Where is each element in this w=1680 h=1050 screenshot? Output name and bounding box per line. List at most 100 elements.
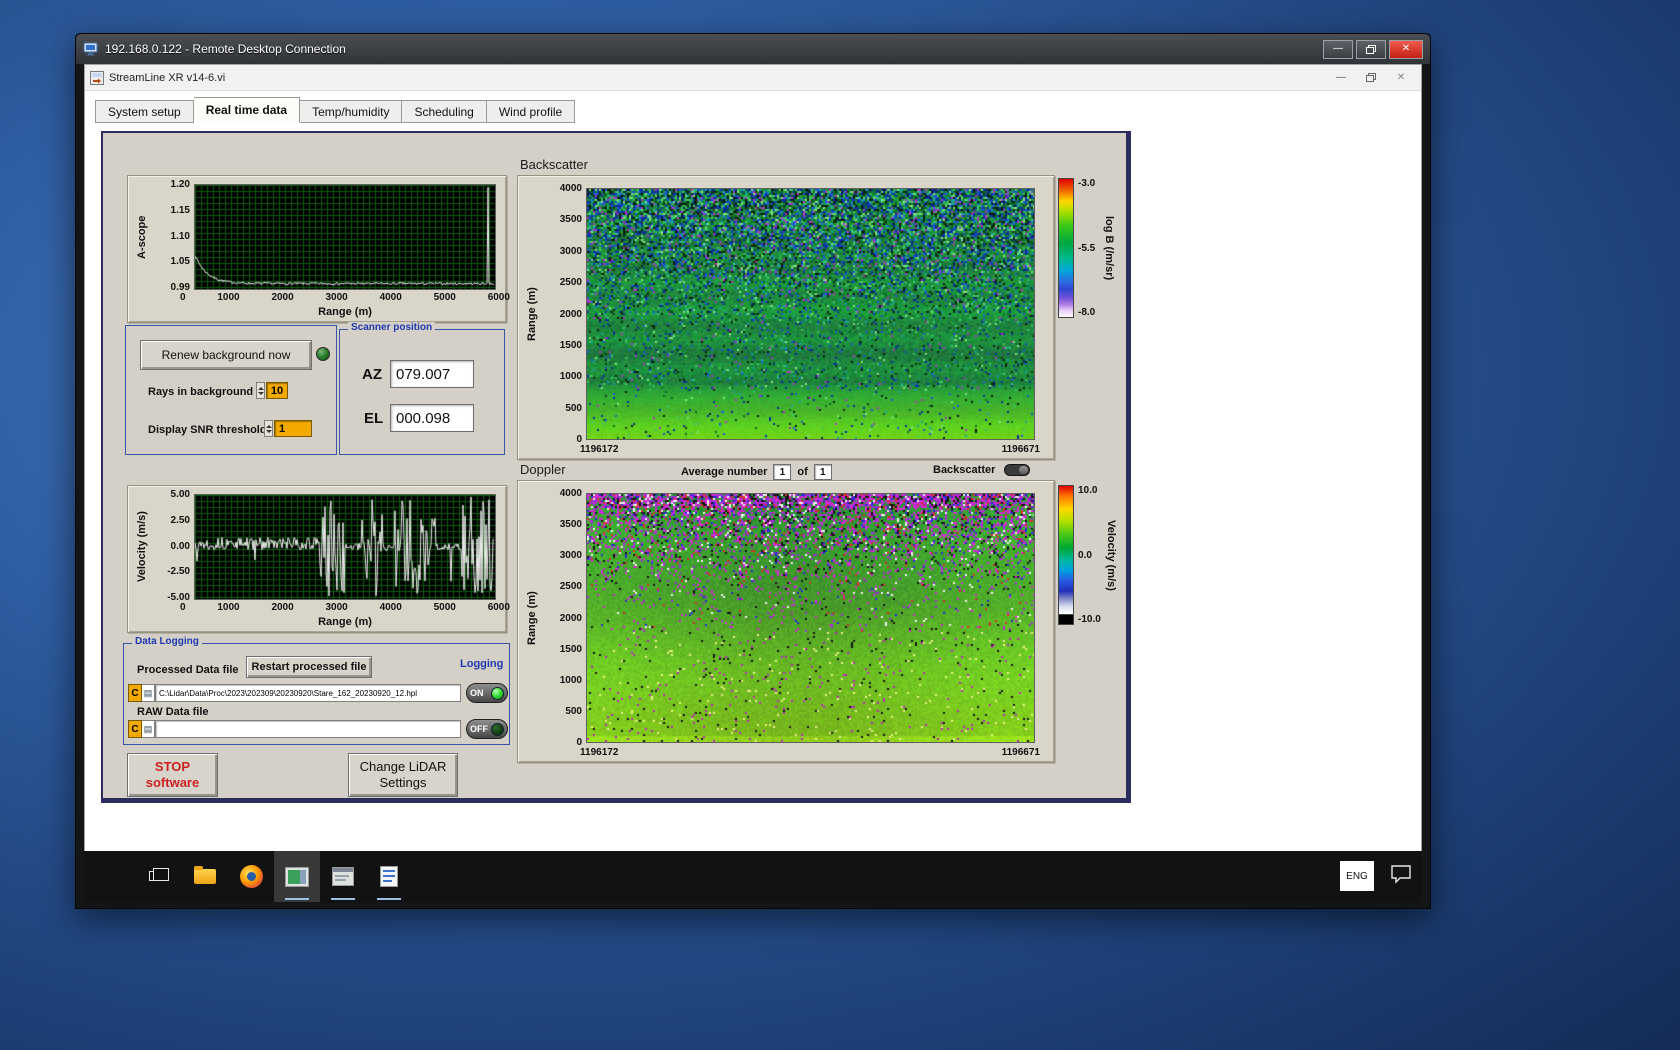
raw-toggle-led [491,722,504,736]
folder-icon [194,866,216,884]
app-close-button[interactable]: ✕ [1386,68,1416,88]
doppler-colorbar-underflow [1058,615,1074,625]
tab-wind-profile[interactable]: Wind profile [486,100,576,123]
backscatter-colorbar: -3.0 -5.5 -8.0 [1058,178,1095,318]
remote-desktop-icon [83,42,98,56]
backscatter-colorbar-gradient [1058,178,1074,318]
raw-drive-selector[interactable]: C [128,720,142,738]
el-value-field[interactable]: 000.098 [390,404,474,432]
rays-in-background-field[interactable]: 10 [266,382,288,399]
scanner-position-group: Scanner position AZ 079.007 EL 000.098 [339,322,505,455]
restart-processed-file-button[interactable]: Restart processed file [246,656,372,678]
average-number-field[interactable]: 1 [773,464,792,480]
raw-data-file-label: RAW Data file [137,706,209,718]
rdp-restore-button[interactable] [1356,39,1386,59]
browse-file-icon[interactable]: ▤ [142,720,155,738]
stop-line1: STOP [154,758,191,774]
backscatter-toggle-label: Backscatter [933,464,996,476]
backscatter-colorbar-ticks: -3.0 -5.5 -8.0 [1078,178,1096,318]
stop-software-button[interactable]: STOP software [127,753,218,797]
rays-in-background-label: Rays in background [148,386,254,398]
a-scope-plot [194,184,496,290]
remote-session-area: StreamLine XR v14-6.vi — ✕ System setup … [84,64,1422,902]
rdp-close-button[interactable]: ✕ [1389,39,1423,59]
average-of-label: of [797,466,808,478]
rdp-titlebar[interactable]: 192.168.0.122 - Remote Desktop Connectio… [76,34,1430,64]
el-label: EL [364,410,384,427]
tab-real-time-data[interactable]: Real time data [193,97,301,123]
raw-data-file-path[interactable] [155,720,461,738]
tab-system-setup[interactable]: System setup [95,100,194,123]
taskbar: ENG [84,851,1422,902]
display-snr-threshold-label: Display SNR threshold [148,424,267,436]
data-logging-title: Data Logging [132,636,202,647]
processed-toggle-state: ON [470,688,484,698]
rdp-minimize-button[interactable]: — [1323,39,1353,59]
real-time-data-panel: A-scope 1.20 1.15 1.10 1.05 0.99 0 1000 2000 30… [101,131,1131,803]
browse-file-icon[interactable]: ▤ [142,684,155,702]
renew-background-led [316,347,330,361]
tab-strip: System setup Real time data Temp/humidit… [85,91,1421,123]
streamline-app-window: StreamLine XR v14-6.vi — ✕ System setup … [84,64,1422,854]
a-scope-y-axis-label: A-scope [136,215,148,259]
renew-background-button[interactable]: Renew background now [140,340,312,370]
document-icon [380,866,398,887]
tab-scheduling[interactable]: Scheduling [402,100,487,123]
velocity-plotbox: Velocity (m/s) 5.00 2.50 0.00 -2.50 -5.00 01… [127,485,510,633]
raw-logging-toggle[interactable]: OFF [466,719,508,739]
language-indicator[interactable]: ENG [1340,861,1374,891]
tab-temp-humidity[interactable]: Temp/humidity [300,100,403,123]
task-view-icon [149,868,169,881]
app-window-title: StreamLine XR v14-6.vi [109,71,226,84]
snr-spinner[interactable] [264,420,273,437]
background-controls-group: Renew background now Rays in background … [125,325,337,455]
doppler-colorbar: 10.0 0.0 -10.0 [1058,485,1101,625]
raw-path-row: C ▤ [128,720,461,738]
a-scope-plotbox: A-scope 1.20 1.15 1.10 1.05 0.99 0 1000 2000 30… [127,175,510,323]
chat-bubble-icon [1391,865,1411,884]
processed-drive-selector[interactable]: C [128,684,142,702]
task-view-button[interactable] [136,851,182,902]
velocity-y-ticks: 5.00 2.50 0.00 -2.50 -5.00 [167,489,190,603]
firefox-button[interactable] [228,851,274,902]
processed-data-file-path[interactable]: C:\Lidar\Data\Proc\2023\202309\20230920\… [155,684,461,702]
doppler-title: Doppler [520,462,566,477]
app-minimize-button[interactable]: — [1326,68,1356,88]
change-lidar-settings-button[interactable]: Change LiDAR Settings [348,753,458,797]
doppler-heatmap [586,493,1035,743]
scanner-position-title: Scanner position [348,322,436,333]
average-of-field[interactable]: 1 [813,464,832,480]
a-scope-y-ticks: 1.20 1.15 1.10 1.05 0.99 [170,179,190,293]
backscatter-toggle-control: Backscatter [933,464,1031,476]
backscatter-plotbox: Range (m) 4000 3500 3000 2500 2000 1500 1000 50… [517,175,1055,460]
backscatter-y-axis-label: Range (m) [526,287,538,341]
velocity-plot [194,494,496,600]
scan-scheduler-button[interactable] [320,851,366,902]
file-explorer-button[interactable] [182,851,228,902]
doppler-y-ticks: 4000 3500 3000 2500 2000 1500 1000 500 0 [559,488,582,748]
a-scope-x-ticks: 0 1000 2000 3000 4000 5000 6000 [180,292,510,303]
processed-logging-toggle[interactable]: ON [466,683,508,703]
document-app-button[interactable] [366,851,412,902]
backscatter-x-range: 1196172 1196671 [580,444,1040,455]
average-number-label: Average number [681,466,768,478]
labview-vi-icon [90,70,104,85]
az-value-field[interactable]: 079.007 [390,360,474,388]
tab-content: A-scope 1.20 1.15 1.10 1.05 0.99 0 1000 2000 30… [85,123,1421,854]
rays-spinner[interactable] [256,382,265,399]
doppler-x-end: 1196671 [1001,747,1040,758]
app-titlebar[interactable]: StreamLine XR v14-6.vi — ✕ [85,65,1421,91]
display-snr-threshold-field[interactable]: 1 [274,420,312,437]
velocity-y-axis-label: Velocity (m/s) [136,511,148,583]
doppler-plotbox: Range (m) 4000 3500 3000 2500 2000 1500 1000 50… [517,480,1055,763]
notifications-button[interactable] [1390,864,1412,889]
backscatter-toggle-switch[interactable] [1004,464,1031,476]
doppler-colorbar-ticks: 10.0 0.0 -10.0 [1078,485,1101,625]
rdp-window-title: 192.168.0.122 - Remote Desktop Connectio… [105,42,346,56]
firefox-icon [239,865,263,888]
rdp-window: 192.168.0.122 - Remote Desktop Connectio… [75,33,1431,909]
streamline-taskbar-button[interactable] [274,851,320,902]
change-line1: Change LiDAR [359,758,447,774]
backscatter-heatmap [586,188,1035,440]
app-restore-button[interactable] [1356,68,1386,88]
